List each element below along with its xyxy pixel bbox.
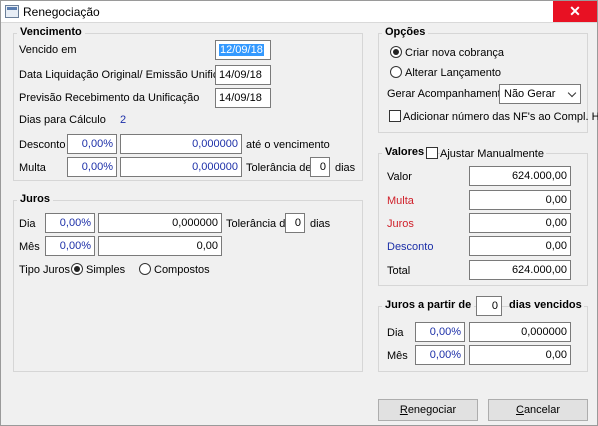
simples-label[interactable]: Simples [86,264,125,276]
valores-multa-input[interactable]: 0,00 [469,190,571,210]
ate-vencimento-label: até o vencimento [246,139,330,151]
tolerancia-label: Tolerância de [246,162,312,174]
criar-cobranca-label[interactable]: Criar nova cobrança [405,47,504,59]
simples-radio[interactable] [71,263,83,275]
juros-dia-label: Dia [19,218,36,230]
chevron-down-icon [567,88,577,98]
vencido-em-label: Vencido em [19,44,77,56]
juros-tolerancia-dias-label: dias [310,218,331,230]
juros-partir-dias-label: dias vencidos [509,299,584,311]
window-title: Renegociação [23,5,100,19]
total-label: Total [387,265,411,277]
juros-dia-value-input[interactable]: 0,000000 [98,213,222,233]
juros-title: Juros [17,193,53,205]
ajustar-manualmente-label[interactable]: Ajustar Manualmente [440,148,546,160]
alterar-lancamento-label[interactable]: Alterar Lançamento [405,67,501,79]
title-bar: Renegociação ✕ [1,1,597,23]
tipo-juros-label: Tipo Juros [19,264,70,276]
tolerancia-input[interactable]: 0 [310,157,330,177]
multa-label: Multa [19,162,46,174]
juros-tolerancia-input[interactable]: 0 [285,213,305,233]
multa-value-input[interactable]: 0,000000 [120,157,242,177]
gerar-acompanhamento-select[interactable]: Não Gerar [499,84,581,104]
dias-calculo-value: 2 [120,114,127,126]
juros-partir-dia-value-input[interactable]: 0,000000 [469,322,571,342]
dias-calculo-label: Dias para Cálculo [19,114,106,126]
valores-multa-label: Multa [387,195,414,207]
juros-partir-mes-pct-input[interactable]: 0,00% [415,345,465,365]
valores-juros-label: Juros [387,218,414,230]
renegociar-button-label: Renegociar [399,404,457,416]
previsao-input[interactable]: 14/09/18 [215,88,271,108]
renegociar-button[interactable]: Renegociar [378,399,478,421]
data-liquidacao-input[interactable]: 14/09/18 [215,65,271,85]
opcoes-title: Opções [382,26,429,38]
vencido-em-value: 12/09/18 [219,44,264,56]
vencimento-title: Vencimento [17,26,85,38]
close-icon: ✕ [569,3,581,19]
alterar-lancamento-radio[interactable] [390,66,402,78]
juros-tolerancia-label: Tolerância de [226,218,292,230]
cancelar-button[interactable]: Cancelar [488,399,588,421]
desconto-value-input[interactable]: 0,000000 [120,134,242,154]
valores-title: Valores [382,146,428,158]
juros-partir-dia-pct-input[interactable]: 0,00% [415,322,465,342]
valores-desconto-label: Desconto [387,241,434,253]
valor-input[interactable]: 624.000,00 [469,166,571,186]
criar-cobranca-radio[interactable] [390,46,402,58]
juros-mes-label: Mês [19,241,40,253]
juros-partir-dias-input[interactable]: 0 [476,296,502,316]
multa-pct-input[interactable]: 0,00% [67,157,117,177]
window-app-icon [5,5,19,18]
vencido-em-input[interactable]: 12/09/18 [215,40,271,60]
cancelar-button-label: Cancelar [515,404,561,416]
juros-mes-pct-input[interactable]: 0,00% [45,236,95,256]
valores-desconto-input[interactable]: 0,00 [469,236,571,256]
compostos-label[interactable]: Compostos [154,264,210,276]
adicionar-nf-label[interactable]: Adicionar número das NF's ao Compl. Hist… [403,111,598,123]
gerar-acompanhamento-label: Gerar Acompanhamento [387,88,507,100]
juros-mes-value-input[interactable]: 0,00 [98,236,222,256]
valores-juros-input[interactable]: 0,00 [469,213,571,233]
gerar-acompanhamento-value: Não Gerar [504,88,556,100]
juros-partir-title: Juros a partir de [382,299,475,311]
valor-label: Valor [387,171,412,183]
ajustar-manualmente-checkbox[interactable] [426,147,438,159]
juros-dia-pct-input[interactable]: 0,00% [45,213,95,233]
desconto-label: Desconto [19,139,66,151]
adicionar-nf-checkbox[interactable] [389,110,401,122]
juros-partir-mes-label: Mês [387,350,408,362]
close-button[interactable]: ✕ [553,1,597,22]
previsao-label: Previsão Recebimento da Unificação [19,92,200,104]
data-liquidacao-label: Data Liquidação Original/ Emissão Unific… [19,69,243,81]
tolerancia-dias-label: dias [335,162,356,174]
juros-partir-dia-label: Dia [387,327,404,339]
desconto-pct-input[interactable]: 0,00% [67,134,117,154]
juros-partir-mes-value-input[interactable]: 0,00 [469,345,571,365]
compostos-radio[interactable] [139,263,151,275]
renegociacao-dialog: Renegociação ✕ Vencimento Vencido em 12/… [0,0,598,426]
total-input[interactable]: 624.000,00 [469,260,571,280]
